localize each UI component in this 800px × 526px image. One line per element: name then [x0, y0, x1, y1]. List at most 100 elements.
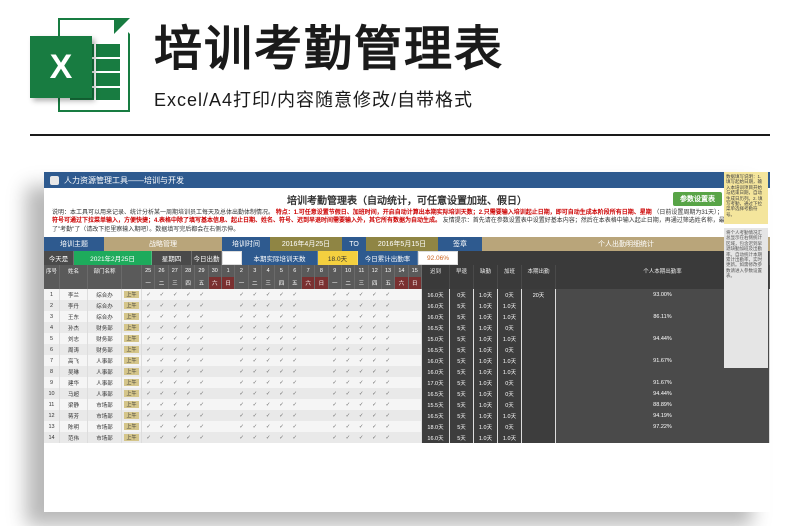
column-header-wk: 一二三四五六日一二三四五六日一二三四五六日: [44, 277, 770, 289]
band-end: 2016年5月15日: [366, 237, 438, 251]
day-col: 25: [142, 265, 155, 277]
day-col: 4: [262, 265, 275, 277]
wk-col: 四: [275, 277, 288, 289]
doc-title: 培训考勤管理表（自动统计，可任意设置加班、假日）: [287, 196, 527, 207]
table-row: 14范伟市场部上午✓✓✓✓✓✓✓✓✓✓✓✓✓✓✓16.0天5天1.0天1.0天: [44, 432, 770, 443]
column-header-days: 序号 姓名 部门名称 25262728293012345678910111213…: [44, 265, 770, 277]
table-row: 9建华人事部上午✓✓✓✓✓✓✓✓✓✓✓✓✓✓✓17.0天5天1.0天0天91.6…: [44, 377, 770, 388]
excel-icon: X: [30, 18, 130, 118]
wk-col: 三: [262, 277, 275, 289]
day-col: 11: [355, 265, 368, 277]
wk-col: 四: [369, 277, 382, 289]
band-start: 2016年4月25日: [270, 237, 342, 251]
data-rows: 1李兰综合办上午✓✓✓✓✓✓✓✓✓✓✓✓✓✓✓16.0天0天1.0天0天20天9…: [44, 289, 770, 443]
day-col: 15: [409, 265, 422, 277]
side-note-yellow: 数据填写说明：1. 填写起始日期，输入本培训项目开始与结束日期，自动生成日历列。…: [724, 172, 768, 224]
side-note-grey: 将个人考勤情况汇总显示在右侧统计区域，包含迟到早退缺勤加班及出勤率。自动统计本期…: [724, 228, 768, 368]
wk-col: 三: [355, 277, 368, 289]
wk-col: 一: [235, 277, 248, 289]
ribbon-title: 人力资源管理工具——培训与开发: [64, 175, 184, 186]
month-actual-label: 本期实际培训天数: [242, 251, 318, 265]
today-date: 2021年2月25日: [74, 251, 152, 265]
col-early: 早退: [450, 265, 474, 277]
day-col: 6: [289, 265, 302, 277]
sheet-ribbon: 人力资源管理工具——培训与开发: [44, 172, 770, 188]
day-col: 9: [329, 265, 342, 277]
wk-col: 二: [342, 277, 355, 289]
day-col: 2: [235, 265, 248, 277]
table-row: 5刘志财务部上午✓✓✓✓✓✓✓✓✓✓✓✓✓✓✓15.0天5天1.0天1.0天94…: [44, 333, 770, 344]
description: 说明：本工具可以用来记录、统计分析某一周期培训员工每天及总体出勤体制情况。 特点…: [44, 209, 770, 234]
spreadsheet-preview: 人力资源管理工具——培训与开发 培训考勤管理表（自动统计，可任意设置加班、假日）…: [44, 172, 770, 512]
day-col: 27: [169, 265, 182, 277]
rate-value: 92.06%: [418, 251, 458, 265]
subtitle: Excel/A4打印/内容随意修改/自带格式: [154, 86, 770, 112]
table-row: 8吴琳人事部上午✓✓✓✓✓✓✓✓✓✓✓✓✓✓✓16.0天5天1.0天1.0天: [44, 366, 770, 377]
table-row: 11梁静市场部上午✓✓✓✓✓✓✓✓✓✓✓✓✓✓✓15.5天5天1.0天0天88.…: [44, 399, 770, 410]
table-row: 13陈明市场部上午✓✓✓✓✓✓✓✓✓✓✓✓✓✓✓18.0天5天1.0天0天97.…: [44, 421, 770, 432]
excel-badge: X: [30, 36, 92, 98]
wk-col: 二: [249, 277, 262, 289]
band-topic: 培训主题: [44, 237, 104, 251]
table-row: 3王东综合办上午✓✓✓✓✓✓✓✓✓✓✓✓✓✓✓16.0天5天1.0天1.0天86…: [44, 311, 770, 322]
day-col: 3: [249, 265, 262, 277]
weekday: 星期四: [152, 251, 192, 265]
col-dept: 部门名称: [88, 265, 122, 277]
day-col: 13: [382, 265, 395, 277]
wk-col: 四: [182, 277, 195, 289]
col-absent: 缺勤: [474, 265, 498, 277]
col-name: 姓名: [60, 265, 88, 277]
day-col: 12: [369, 265, 382, 277]
table-row: 10马超人事部上午✓✓✓✓✓✓✓✓✓✓✓✓✓✓✓16.5天5天1.0天0天94.…: [44, 388, 770, 399]
day-col: 29: [195, 265, 208, 277]
wk-col: 二: [155, 277, 168, 289]
promo-header: X 培训考勤管理表 Excel/A4打印/内容随意修改/自带格式: [0, 0, 800, 128]
table-row: 1李兰综合办上午✓✓✓✓✓✓✓✓✓✓✓✓✓✓✓16.0天0天1.0天0天20天9…: [44, 289, 770, 300]
today-att-label: 今日出勤: [192, 251, 222, 265]
table-row: 6周涛财务部上午✓✓✓✓✓✓✓✓✓✓✓✓✓✓✓16.5天5天1.0天0天: [44, 344, 770, 355]
desc-prefix: 说明：本工具可以用来记录、统计分析某一周期培训员工每天及总体出勤体制情况。: [52, 210, 274, 216]
table-row: 12蒋芳市场部上午✓✓✓✓✓✓✓✓✓✓✓✓✓✓✓16.5天5天1.0天1.0天9…: [44, 410, 770, 421]
wk-col: 五: [195, 277, 208, 289]
wk-col: 日: [409, 277, 422, 289]
col-days: 252627282930123456789101112131415: [142, 265, 422, 277]
param-settings-button[interactable]: 参数设置表: [673, 192, 722, 206]
doc-title-row: 培训考勤管理表（自动统计，可任意设置加班、假日） 参数设置表: [44, 188, 770, 209]
day-col: 7: [302, 265, 315, 277]
day-col: 10: [342, 265, 355, 277]
wk-col: 一: [142, 277, 155, 289]
band-to: TO: [342, 237, 366, 251]
col-wk: 一二三四五六日一二三四五六日一二三四五六日: [142, 277, 422, 289]
col-session: [122, 265, 142, 277]
wk-col: 日: [315, 277, 328, 289]
band-time: 培训时间: [222, 237, 270, 251]
col-actual: 本期出勤: [522, 265, 556, 277]
table-row: 2李丹综合办上午✓✓✓✓✓✓✓✓✓✓✓✓✓✓✓16.0天5天1.0天1.0天: [44, 300, 770, 311]
desc-bold1: 特点：1.可任意设置节假日、加班时间，开启自动计算出本期实际培训天数；2.只需要…: [276, 210, 652, 216]
days-value: 18.0天: [318, 251, 358, 265]
day-col: 26: [155, 265, 168, 277]
wk-col: 五: [382, 277, 395, 289]
day-col: 5: [275, 265, 288, 277]
date-row: 今天是 2021年2月25日 星期四 今日出勤 本期实际培训天数 18.0天 今…: [44, 251, 770, 265]
rate-label: 今日累计出勤率: [358, 251, 418, 265]
today-label: 今天是: [44, 251, 74, 265]
wk-col: 三: [169, 277, 182, 289]
col-idx: 序号: [44, 265, 60, 277]
day-col: 8: [315, 265, 328, 277]
col-late: 迟到: [422, 265, 450, 277]
day-col: 14: [395, 265, 408, 277]
preview-canvas: 人力资源管理工具——培训与开发 培训考勤管理表（自动统计，可任意设置加班、假日）…: [0, 172, 800, 512]
wk-col: 六: [395, 277, 408, 289]
band-plan: 战略管理: [104, 237, 222, 251]
wk-col: 五: [289, 277, 302, 289]
main-title: 培训考勤管理表: [154, 24, 770, 77]
desc-mid: （日前设置周期为31天）；: [653, 210, 723, 216]
title-block: 培训考勤管理表 Excel/A4打印/内容随意修改/自带格式: [154, 24, 770, 113]
day-col: 1: [222, 265, 235, 277]
wk-col: 六: [302, 277, 315, 289]
table-row: 7高飞人事部上午✓✓✓✓✓✓✓✓✓✓✓✓✓✓✓16.0天5天1.0天1.0天91…: [44, 355, 770, 366]
divider: [30, 134, 770, 136]
wk-col: 一: [329, 277, 342, 289]
col-ot: 加班: [498, 265, 522, 277]
